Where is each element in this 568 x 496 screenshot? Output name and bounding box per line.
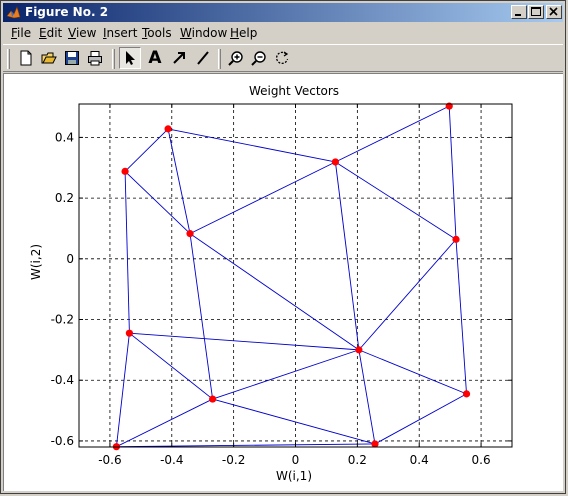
weight-point — [125, 329, 134, 337]
printer-icon — [88, 51, 102, 66]
menu-bar: File Edit View Insert Tools Window Help — [3, 23, 563, 42]
text-a-icon: A — [148, 48, 162, 68]
select-button[interactable] — [119, 47, 141, 69]
link-line — [358, 349, 376, 445]
x-tick-label: -0.2 — [222, 453, 245, 467]
y-tick-label: -0.6 — [51, 434, 74, 448]
link-line — [334, 161, 360, 350]
arrow-pointer-icon — [126, 51, 135, 65]
weight-links — [115, 105, 467, 448]
link-line — [115, 333, 130, 447]
weight-point — [371, 440, 379, 448]
close-icon — [549, 7, 558, 16]
link-line — [212, 398, 376, 445]
y-tick-label: 0.4 — [55, 130, 74, 144]
link-line — [129, 332, 359, 351]
x-axis-label: W(i,1) — [276, 469, 312, 483]
menu-window[interactable]: Window — [180, 26, 227, 40]
matlab-logo-icon — [6, 6, 21, 19]
x-tick-label: 0.4 — [410, 453, 429, 467]
weight-point — [355, 346, 363, 354]
zoom-in-icon — [228, 51, 243, 66]
save-button[interactable] — [61, 47, 83, 69]
toolbar-separator — [112, 49, 115, 69]
x-tick-label: -0.6 — [98, 453, 121, 467]
close-button[interactable] — [546, 5, 562, 19]
menu-insert[interactable]: Insert — [103, 26, 137, 40]
weight-point — [462, 390, 471, 398]
zoom-out-icon — [251, 51, 266, 66]
open-folder-icon — [41, 52, 57, 64]
weight-point — [164, 125, 172, 133]
weight-point — [452, 235, 460, 243]
link-line — [124, 171, 130, 334]
link-line — [335, 105, 450, 163]
y-tick-label: 0.2 — [55, 191, 74, 205]
title-bar[interactable]: Figure No. 2 — [3, 3, 563, 22]
insert-line-button[interactable] — [192, 47, 214, 69]
y-tick-label: 0 — [66, 252, 74, 266]
x-tick-label: 0 — [292, 453, 300, 467]
new-figure-button[interactable] — [15, 47, 37, 69]
figure-window: Figure No. 2 File Edit View Insert Tools… — [0, 0, 566, 494]
open-file-button[interactable] — [38, 47, 60, 69]
minimize-button[interactable] — [511, 5, 527, 19]
menu-file[interactable]: File — [11, 26, 31, 40]
line-icon — [197, 51, 209, 65]
link-line — [358, 239, 457, 351]
link-line — [358, 349, 467, 395]
link-line — [124, 171, 191, 234]
minimize-icon — [515, 14, 521, 16]
link-line — [167, 128, 336, 163]
link-line — [129, 332, 213, 400]
maximize-button[interactable] — [528, 5, 544, 19]
weight-point — [209, 395, 217, 403]
insert-text-button[interactable]: A — [144, 47, 166, 69]
figure-canvas: Weight Vectors W(i,1) W(i,2) -0.6 -0.4 -0.… — [3, 73, 563, 491]
weight-point — [331, 158, 339, 166]
menu-help[interactable]: Help — [230, 26, 257, 40]
link-line — [335, 161, 457, 240]
link-line — [124, 128, 169, 172]
insert-arrow-button[interactable] — [168, 47, 190, 69]
link-line — [455, 239, 467, 394]
link-line — [448, 106, 457, 240]
link-line — [116, 443, 375, 448]
menu-edit[interactable]: Edit — [39, 26, 62, 40]
link-line — [167, 128, 191, 234]
grid-lines — [79, 104, 512, 447]
toolbar-grip[interactable] — [7, 49, 10, 69]
rotate-button[interactable] — [271, 47, 293, 69]
maximize-icon — [531, 7, 541, 16]
arrow-icon — [173, 52, 185, 64]
chart-title: Weight Vectors — [249, 84, 339, 98]
weight-point — [121, 167, 129, 175]
zoom-in-button[interactable] — [225, 47, 247, 69]
y-tick-label: -0.2 — [51, 313, 74, 327]
link-line — [116, 398, 213, 448]
axes-box — [78, 103, 513, 448]
print-button[interactable] — [84, 47, 106, 69]
link-line — [212, 349, 360, 400]
save-disk-icon — [65, 51, 79, 65]
new-document-icon — [20, 50, 32, 66]
axis-ticks: -0.6 -0.4 -0.2 0 0.2 0.4 0.6 -0.6 -0.4 -0.2 0 0.2 0.… — [51, 104, 512, 467]
menu-view[interactable]: View — [68, 26, 96, 40]
link-line — [374, 393, 467, 445]
weight-point — [186, 230, 194, 238]
menu-tools[interactable]: Tools — [142, 26, 172, 40]
y-tick-label: -0.4 — [51, 373, 74, 387]
weight-points — [112, 102, 471, 451]
toolbar-separator — [218, 49, 221, 69]
rotate-icon — [276, 51, 289, 65]
x-tick-label: -0.4 — [160, 453, 183, 467]
x-tick-label: 0.2 — [348, 453, 367, 467]
zoom-out-button[interactable] — [248, 47, 270, 69]
figure-toolbar: A — [3, 44, 563, 72]
weight-vectors-plot[interactable]: Weight Vectors W(i,1) W(i,2) -0.6 -0.4 -0.… — [4, 74, 562, 490]
link-line — [189, 233, 360, 351]
x-tick-label: 0.6 — [472, 453, 491, 467]
y-axis-label: W(i,2) — [29, 244, 43, 280]
window-title: Figure No. 2 — [25, 5, 109, 19]
